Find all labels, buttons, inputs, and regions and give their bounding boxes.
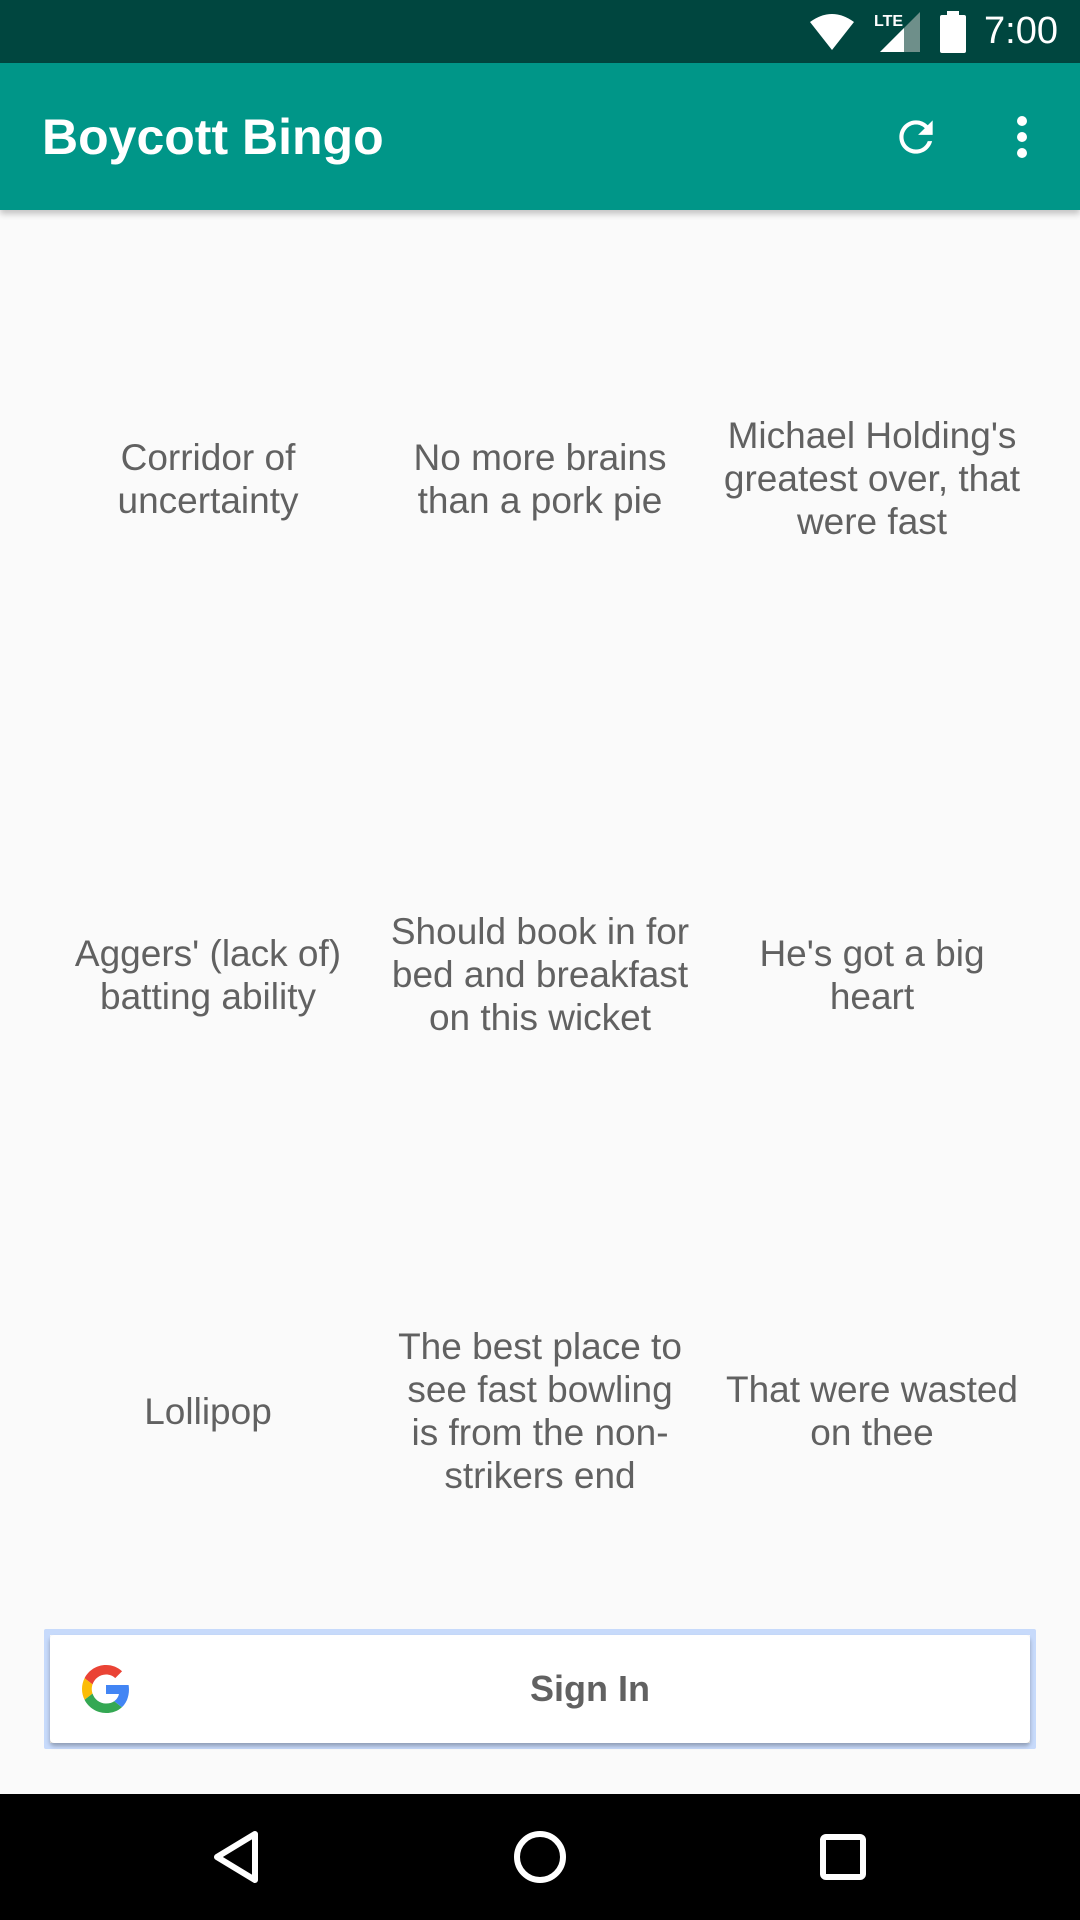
more-vert-icon [1017, 116, 1027, 158]
bingo-cell[interactable]: Lollipop [42, 1202, 374, 1620]
back-button[interactable] [196, 1817, 276, 1897]
bingo-cell-label: He's got a big heart [759, 932, 985, 1017]
refresh-icon [899, 120, 933, 154]
bingo-cell[interactable]: Aggers' (lack of) batting ability [42, 747, 374, 1202]
bingo-grid: Corridor of uncertainty No more brains t… [42, 210, 1038, 1620]
bingo-cell-label: Michael Holding's greatest over, that we… [723, 415, 1021, 542]
recents-button[interactable] [803, 1817, 883, 1897]
bingo-cell-label: The best place to see fast bowling is fr… [398, 1326, 682, 1496]
bingo-cell[interactable]: The best place to see fast bowling is fr… [374, 1202, 706, 1620]
network-type: LTE [874, 13, 903, 30]
status-time: 7:00 [984, 10, 1058, 52]
battery-icon [940, 10, 967, 53]
bingo-cell-label: Lollipop [144, 1390, 272, 1432]
bingo-cell-label: Aggers' (lack of) batting ability [74, 932, 342, 1017]
sign-in-button[interactable]: Sign In [50, 1635, 1030, 1743]
signal-icon: LTE [874, 11, 921, 52]
home-button[interactable] [500, 1817, 580, 1897]
bingo-cell-label: Corridor of uncertainty [117, 436, 299, 521]
bingo-cell[interactable]: Should book in for bed and breakfast on … [374, 747, 706, 1202]
overflow-menu-button[interactable] [990, 101, 1054, 173]
app-bar: Boycott Bingo [0, 63, 1080, 210]
bingo-cell[interactable]: Michael Holding's greatest over, that we… [706, 210, 1038, 747]
navigation-bar [0, 1794, 1080, 1920]
bingo-cell[interactable]: That were wasted on thee [706, 1202, 1038, 1620]
bingo-cell[interactable]: He's got a big heart [706, 747, 1038, 1202]
app-title: Boycott Bingo [42, 108, 384, 165]
refresh-button[interactable] [880, 101, 952, 173]
bingo-cell-label: That were wasted on thee [725, 1369, 1019, 1453]
status-icons: LTE 7:00 [808, 0, 1058, 63]
home-icon [514, 1831, 566, 1883]
bingo-cell-label: No more brains than a pork pie [413, 436, 667, 521]
recents-icon [820, 1834, 866, 1880]
bingo-cell[interactable]: No more brains than a pork pie [374, 210, 706, 747]
back-icon [214, 1831, 258, 1883]
sign-in-label: Sign In [530, 1668, 650, 1709]
bingo-cell-label: Should book in for bed and breakfast on … [390, 911, 690, 1038]
wifi-icon [810, 13, 855, 50]
sign-in-focus-ring: Sign In [44, 1629, 1036, 1749]
bingo-cell[interactable]: Corridor of uncertainty [42, 210, 374, 747]
status-bar: LTE 7:00 [0, 0, 1080, 63]
